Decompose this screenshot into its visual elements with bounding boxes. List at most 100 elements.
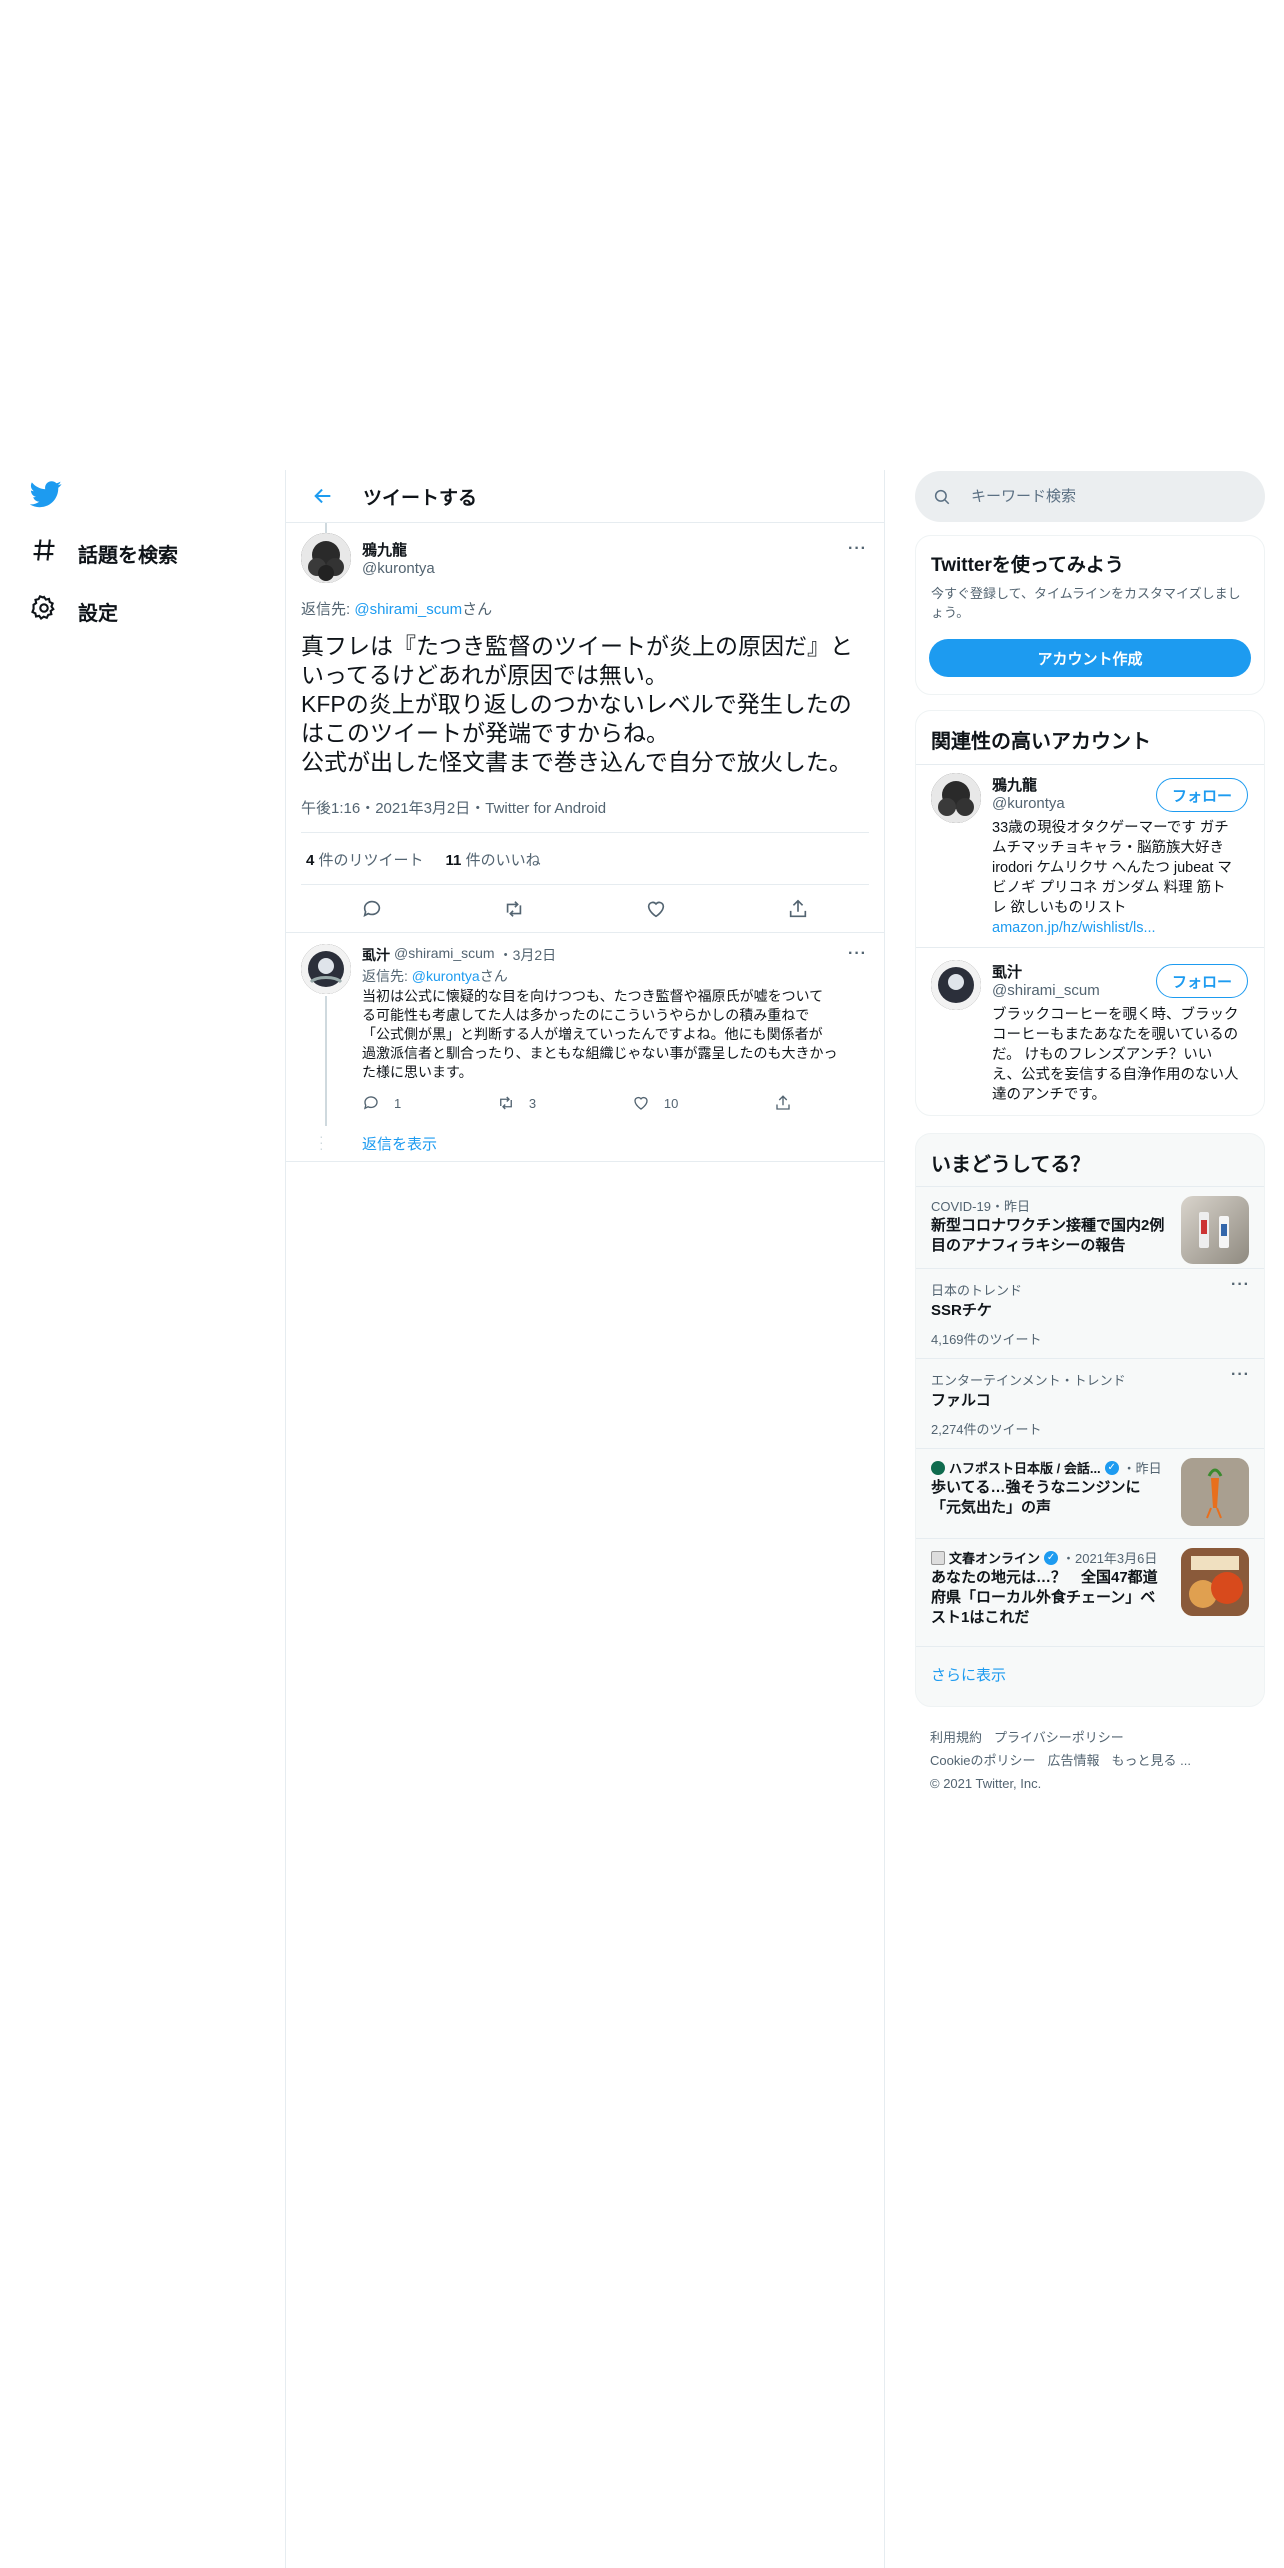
like-count: 10	[663, 1095, 679, 1111]
avatar[interactable]	[301, 533, 351, 583]
more-options-button[interactable]: ···	[848, 945, 867, 963]
bio-line: レ 欲しいものリスト	[992, 900, 1127, 916]
trend-item[interactable]: エンターテインメント・トレンド ··· ファルコ 2,274件のツイート	[916, 1358, 1264, 1448]
tweet-header: ツイートする	[285, 470, 885, 523]
more-link[interactable]: もっと見る ...	[1111, 1749, 1190, 1772]
author-handle[interactable]: @shirami_scum	[394, 945, 495, 965]
follow-button[interactable]: フォロー	[1156, 964, 1248, 998]
reply-button[interactable]	[361, 888, 383, 930]
account-name[interactable]: 虱汁	[992, 961, 1022, 982]
bio-line: ブラックコーヒーを覗く時、ブラック	[992, 1007, 1239, 1023]
search-input[interactable]	[971, 488, 1241, 505]
author-name[interactable]: 虱汁	[362, 945, 390, 965]
reply-line: 当初は公式に懐疑的な目を向けつつも、たつき監督や福原氏が嘘をついて	[362, 988, 824, 1004]
trend-headline-line: 新型コロナワクチン接種で国内2例	[931, 1217, 1165, 1234]
follow-button[interactable]: フォロー	[1156, 778, 1248, 812]
reply-line: 過激派信者と馴合ったり、まともな組織じゃない事が露呈したのも大きかっ	[362, 1045, 838, 1061]
privacy-link[interactable]: プライバシーポリシー	[994, 1726, 1124, 1749]
nav-explore[interactable]: 話題を検索	[30, 533, 178, 573]
tweet-line: KFPの炎上が取り返しのつかないレベルで発生したの	[301, 691, 852, 717]
trend-source-row: ハフポスト日本版 / 会話... ✓ ・昨日	[931, 1458, 1162, 1477]
reply-prefix: 返信先:	[301, 601, 355, 618]
reply-to-link[interactable]: @shirami_scum	[354, 601, 462, 618]
trend-headline: 歩いてる…強そうなニンジンに 「元気出た」の声	[931, 1478, 1171, 1518]
divider	[916, 947, 1264, 948]
trend-title: SSRチケ	[931, 1302, 992, 1319]
trend-item[interactable]: 文春オンライン ✓ ・2021年3月6日 あなたの地元は…？ 全国47都道 府県…	[916, 1538, 1264, 1646]
back-arrow-icon	[314, 488, 331, 504]
ads-link[interactable]: 広告情報	[1047, 1749, 1099, 1772]
search-box[interactable]	[915, 471, 1265, 522]
tweet-timestamp[interactable]: 午後1:16・2021年3月2日・Twitter for Android	[301, 797, 606, 818]
bio-line: だ。 けものフレンズアンチ？いい	[992, 1047, 1213, 1063]
reply-to-link[interactable]: @kurontya	[412, 968, 480, 984]
nav-settings[interactable]: 設定	[30, 591, 118, 631]
retweet-stat[interactable]: 4 件のリツイート	[306, 849, 424, 870]
thread-line	[325, 996, 327, 1126]
trend-item[interactable]: COVID-19・昨日 新型コロナワクチン接種で国内2例 目のアナフィラキシーの…	[916, 1186, 1264, 1268]
account-bio: 33歳の現役オタクゲーマーです ガチ ムチマッチョキャラ・脳筋族大好き irod…	[992, 818, 1252, 938]
trend-headline-line: 目のアナフィラキシーの報告	[931, 1237, 1126, 1254]
tweet-line: いってるけどあれが原因では無い。	[301, 662, 668, 688]
back-button[interactable]	[305, 478, 341, 514]
more-options-button[interactable]: ···	[1231, 1276, 1250, 1294]
more-options-button[interactable]: ···	[848, 540, 867, 558]
copyright: © 2021 Twitter, Inc.	[930, 1776, 1042, 1791]
reply-tweet-header: 虱汁 @shirami_scum ・3月2日	[362, 945, 556, 965]
like-stat[interactable]: 11 件のいいね	[446, 849, 541, 870]
footer: 利用規約 プライバシーポリシー Cookieのポリシー 広告情報 もっと見る .…	[930, 1726, 1260, 1795]
tweet-date[interactable]: ・3月2日	[499, 945, 557, 965]
tweet-line: 真フレは『たつき監督のツイートが炎上の原因だ』と	[301, 633, 853, 659]
reply-context: 返信先: @kurontyaさん	[362, 966, 508, 986]
share-icon	[789, 899, 807, 918]
share-button[interactable]	[774, 1094, 792, 1112]
retweet-button[interactable]	[503, 888, 525, 930]
share-button[interactable]	[787, 888, 809, 930]
trend-headline-line: 歩いてる…強そうなニンジンに	[931, 1479, 1141, 1496]
nav-settings-label: 設定	[78, 602, 118, 625]
account-handle[interactable]: @shirami_scum	[992, 982, 1100, 999]
source-logo-icon	[931, 1460, 945, 1475]
trend-item[interactable]: 日本のトレンド ··· SSRチケ 4,169件のツイート	[916, 1268, 1264, 1358]
author-handle[interactable]: @kurontya	[362, 560, 435, 577]
account-name[interactable]: 鴉九龍	[992, 774, 1037, 795]
trend-headline: あなたの地元は…？ 全国47都道 府県「ローカル外食チェーン」ベ スト1はこれだ	[931, 1568, 1171, 1628]
heart-icon	[634, 1096, 648, 1110]
trend-count: 2,274件のツイート	[931, 1422, 1042, 1437]
tweet-line: 公式が出した怪文書まで巻き込んで自分で放火した。	[301, 749, 852, 775]
retweet-button[interactable]: 3	[497, 1094, 536, 1112]
divider	[916, 764, 1264, 765]
show-more-link[interactable]: さらに表示	[931, 1664, 1006, 1685]
author-name[interactable]: 鴉九龍	[362, 539, 407, 560]
trend-item[interactable]: ハフポスト日本版 / 会話... ✓ ・昨日 歩いてる…強そうなニンジンに 「元…	[916, 1448, 1264, 1538]
trend-headline-line: スト1はこれだ	[931, 1609, 1030, 1626]
reply-prefix: 返信先:	[362, 968, 412, 984]
more-options-button[interactable]: ···	[1231, 1366, 1250, 1384]
avatar[interactable]	[931, 773, 981, 823]
thread-line	[325, 523, 327, 533]
share-icon	[776, 1095, 790, 1110]
bio-link[interactable]: amazon.jp/hz/wishlist/ls...	[992, 918, 1252, 938]
twitter-logo-icon[interactable]	[29, 478, 62, 510]
retweet-icon	[506, 901, 522, 917]
like-button[interactable]	[645, 888, 667, 930]
account-handle[interactable]: @kurontya	[992, 795, 1065, 812]
like-button[interactable]: 10	[632, 1094, 678, 1112]
reply-button[interactable]: 1	[362, 1094, 401, 1112]
terms-link[interactable]: 利用規約	[930, 1726, 982, 1749]
like-label: 件のいいね	[465, 852, 541, 869]
reply-text: 当初は公式に懐疑的な目を向けつつも、たつき監督や福原氏が嘘をついて る可能性も考…	[362, 987, 872, 1082]
like-count: 11	[445, 852, 462, 869]
hashtag-icon	[30, 536, 58, 570]
trend-image	[1181, 1458, 1249, 1526]
avatar[interactable]	[931, 960, 981, 1010]
cookie-link[interactable]: Cookieのポリシー	[930, 1749, 1035, 1772]
reply-icon	[363, 1096, 378, 1110]
reply-context: 返信先: @shirami_scumさん	[301, 598, 492, 619]
create-account-button[interactable]: アカウント作成	[929, 639, 1251, 677]
retweet-count: 3	[528, 1095, 537, 1111]
show-replies-link[interactable]: 返信を表示	[362, 1133, 437, 1154]
trend-title: ファルコ	[931, 1392, 991, 1409]
heart-icon	[647, 901, 665, 918]
avatar[interactable]	[301, 944, 351, 994]
